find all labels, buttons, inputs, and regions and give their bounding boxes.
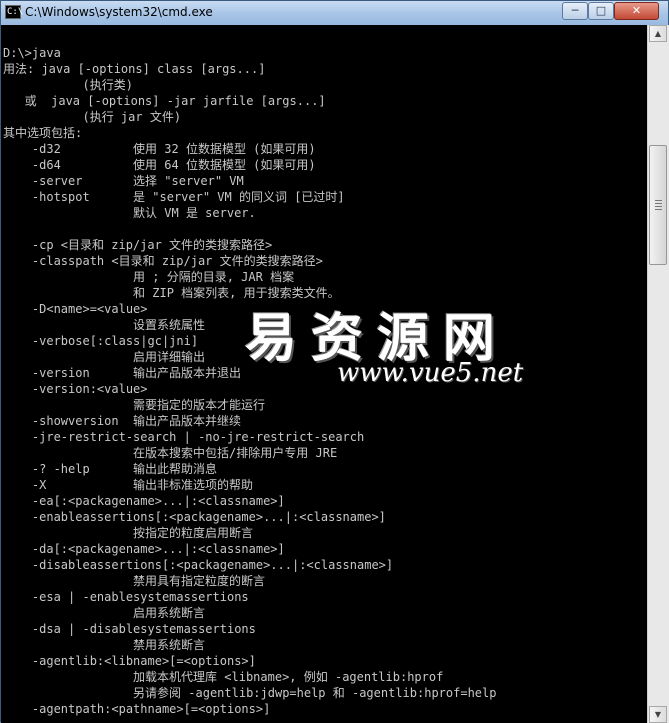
console-line: 用法: java [-options] class [args...] [3,62,266,76]
console-line: -? -help 输出此帮助消息 [3,462,218,476]
console-line: -agentlib:<libname>[=<options>] [3,654,256,668]
console-line: 设置系统属性 [3,318,206,332]
console-line: 加载本机代理库 <libname>, 例如 -agentlib:hprof [3,670,444,684]
console-line: -ea[:<packagename>...|:<classname>] [3,494,285,508]
console-line: 其中选项包括: [3,126,83,140]
console-line: -esa | -enablesystemassertions [3,590,249,604]
thumb-grip-icon [655,209,662,210]
console-line: -verbose[:class|gc|jni] [3,334,199,348]
console-line: -enableassertions[:<packagename>...|:<cl… [3,510,386,524]
cmd-window: C:\ C:\Windows\system32\cmd.exe ─ □ ✕ D:… [0,0,669,723]
console-line: 启用详细输出 [3,350,206,364]
console-line: -jre-restrict-search | -no-jre-restrict-… [3,430,365,444]
console-line: 默认 VM 是 server. [3,206,256,220]
console-line: -version:<value> [3,382,148,396]
title-bar[interactable]: C:\ C:\Windows\system32\cmd.exe ─ □ ✕ [1,1,668,25]
console-output[interactable]: D:\>java 用法: java [-options] class [args.… [1,25,647,723]
console-line: -agentpath:<pathname>[=<options>] [3,702,271,716]
console-line: -dsa | -disablesystemassertions [3,622,256,636]
console-line: -cp <目录和 zip/jar 文件的类搜索路径> [3,238,273,252]
cmd-app-icon[interactable]: C:\ [5,5,23,19]
console-line: D:\>java [3,46,61,60]
console-line: 和 ZIP 档案列表, 用于搜索类文件。 [3,286,340,300]
console-line: -X 输出非标准选项的帮助 [3,478,254,492]
scroll-down-icon[interactable]: ▼ [649,706,667,723]
console-line: 启用系统断言 [3,606,206,620]
scroll-up-icon[interactable]: ▲ [649,25,667,42]
console-line: -classpath <目录和 zip/jar 文件的类搜索路径> [3,254,323,268]
console-line: 另请参阅 -agentlib:jdwp=help 和 -agentlib:hpr… [3,686,497,700]
thumb-grip-icon [655,203,662,204]
console-line: 用 ; 分隔的目录, JAR 档案 [3,270,295,284]
console-line: (执行类) [3,78,133,92]
console-line: (执行 jar 文件) [3,110,182,124]
console-line: -version 输出产品版本并退出 [3,366,242,380]
console-line: -showversion 输出产品版本并继续 [3,414,242,428]
thumb-grip-icon [655,200,662,201]
scrollbar-thumb[interactable] [649,145,667,265]
console-line: -d64 使用 64 位数据模型 (如果可用) [3,158,316,172]
vertical-scrollbar[interactable]: ▲ ▼ [647,25,669,723]
console-line: -d32 使用 32 位数据模型 (如果可用) [3,142,316,156]
console-line: 禁用系统断言 [3,638,206,652]
maximize-button[interactable]: □ [588,2,614,20]
console-line: -da[:<packagename>...|:<classname>] [3,542,285,556]
close-button[interactable]: ✕ [614,2,659,20]
minimize-button[interactable]: ─ [562,2,588,20]
console-line: -server 选择 "server" VM [3,174,244,188]
console-line: 或 java [-options] -jar jarfile [args...] [3,94,326,108]
console-line: -hotspot 是 "server" VM 的同义词 [已过时] [3,190,345,204]
console-line: -D<name>=<value> [3,302,148,316]
console-line: 按指定的粒度启用断言 [3,526,254,540]
console-line: 在版本搜索中包括/排除用户专用 JRE [3,446,338,460]
window-title: C:\Windows\system32\cmd.exe [25,5,213,19]
console-line: 禁用具有指定粒度的断言 [3,574,266,588]
console-line: 需要指定的版本才能运行 [3,398,266,412]
thumb-grip-icon [655,206,662,207]
console-line: -disableassertions[:<packagename>...|:<c… [3,558,394,572]
